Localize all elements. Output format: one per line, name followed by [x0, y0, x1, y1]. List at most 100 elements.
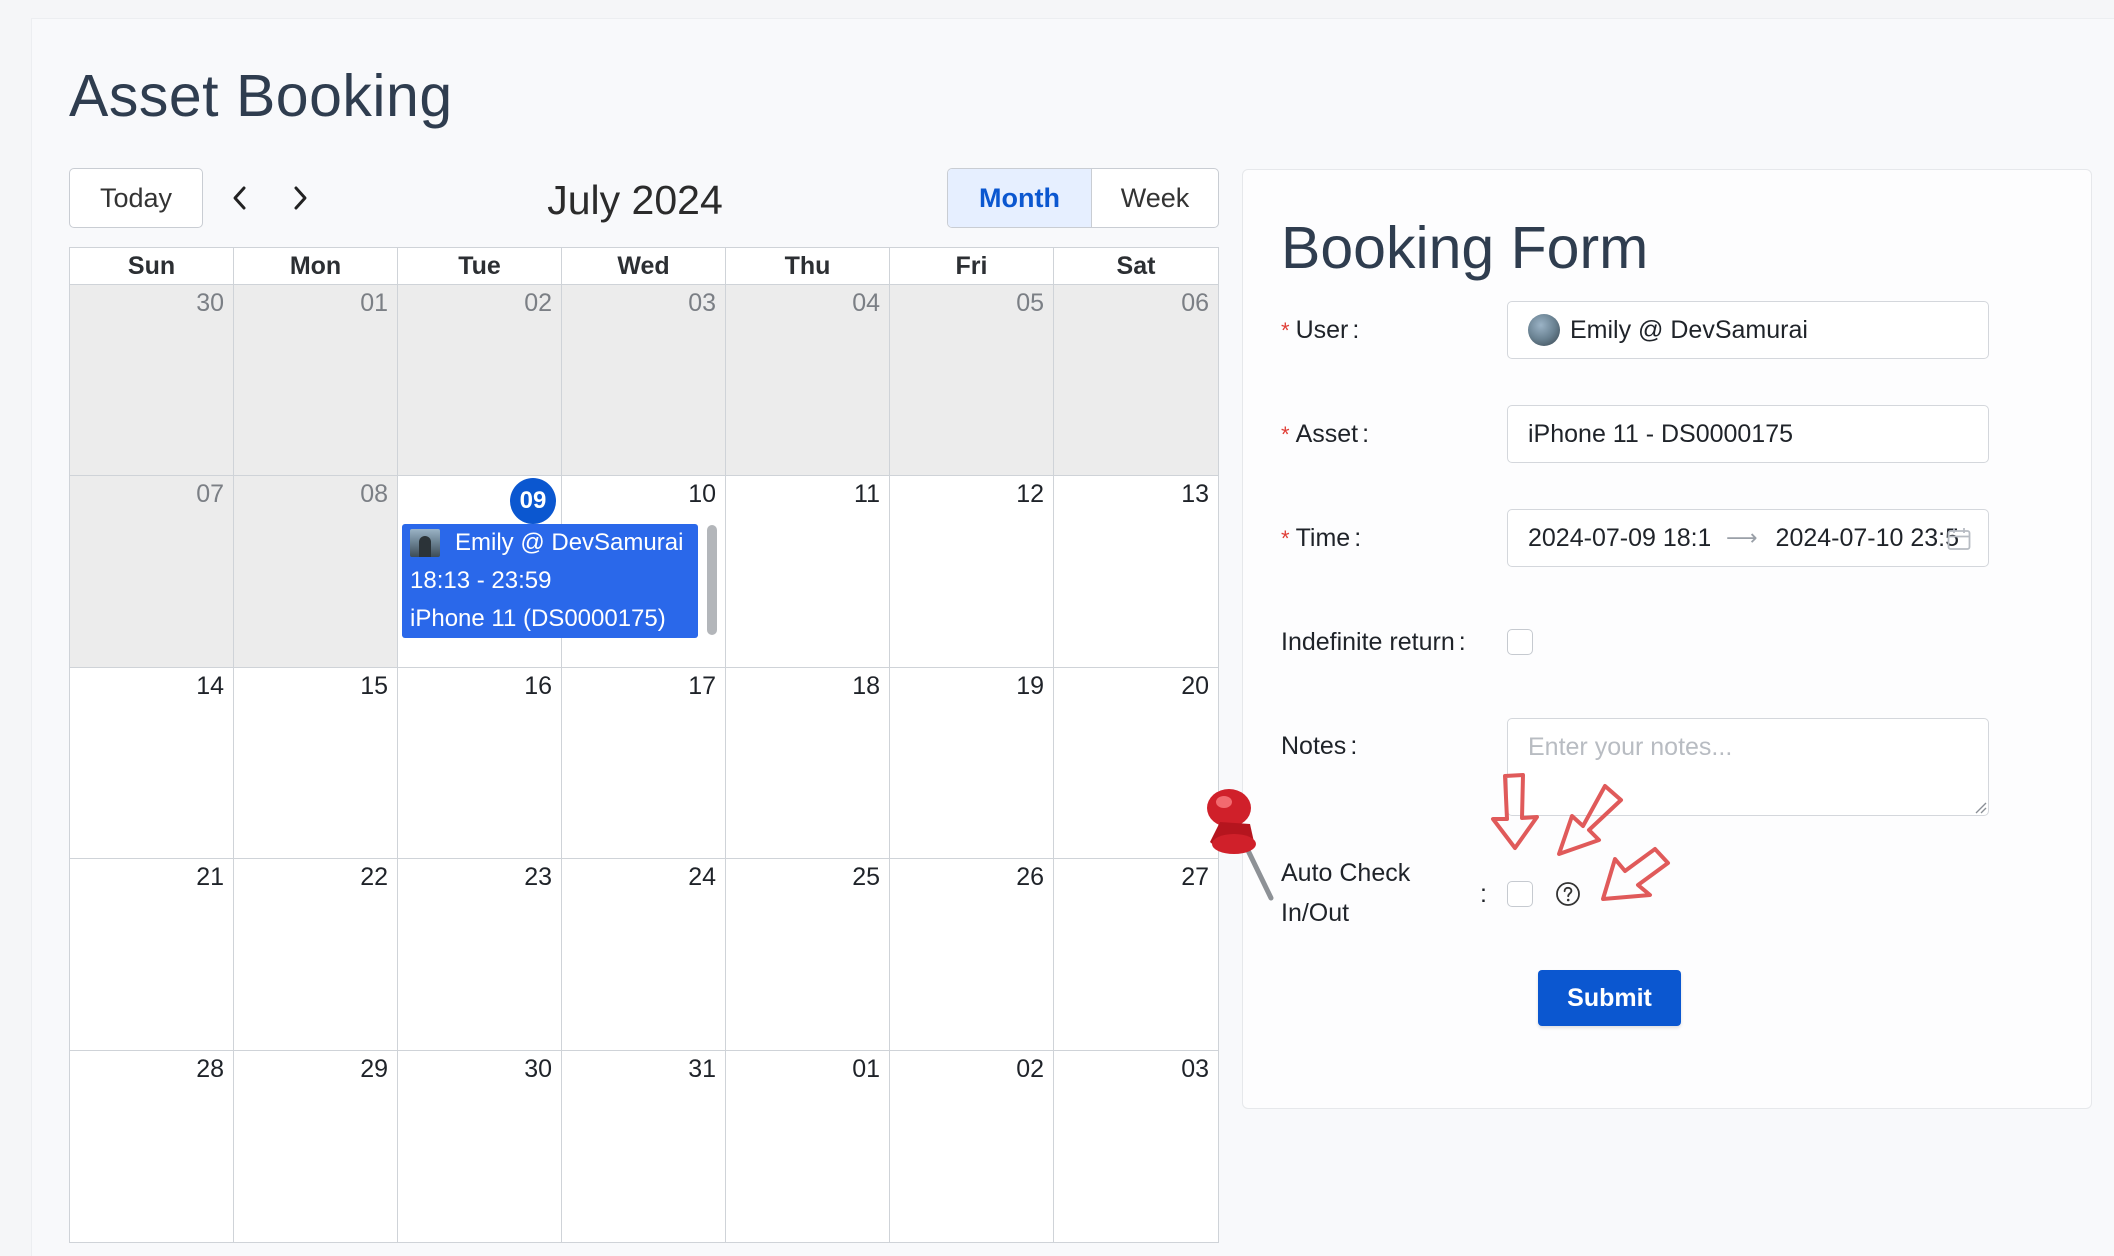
calendar-day-cell[interactable]: 16 [398, 667, 562, 860]
time-end-input[interactable]: 2024-07-10 23:59 [1776, 524, 1958, 553]
calendar-day-cell[interactable]: 30 [70, 285, 234, 477]
calendar-day-cell[interactable]: 11 [726, 476, 890, 668]
asset-label: * Asset: [1281, 419, 1369, 450]
calendar-day-cell[interactable]: 03 [1054, 1051, 1218, 1242]
auto-check-label: Auto Check In/Out [1281, 853, 1410, 933]
calendar-day-cell[interactable]: 12 [890, 476, 1054, 668]
today-badge: 09 [510, 478, 556, 525]
view-week-button[interactable]: Week [1092, 169, 1218, 227]
day-number: 25 [852, 863, 880, 892]
calendar-day-cell[interactable]: 19 [890, 667, 1054, 860]
day-number: 18 [852, 671, 880, 700]
page-title: Asset Booking [69, 63, 453, 129]
calendar-day-cell[interactable]: 26 [890, 859, 1054, 1051]
day-number: 14 [196, 671, 224, 700]
month-calendar: Sun Mon Tue Wed Thu Fri Sat 30 01 02 03 … [69, 247, 1219, 1243]
view-month-button[interactable]: Month [948, 169, 1092, 227]
weekday-label: Sun [70, 248, 234, 284]
calendar-day-cell[interactable]: 01 [726, 1050, 890, 1242]
asset-label-text: Asset [1295, 420, 1359, 448]
day-number: 24 [688, 863, 716, 892]
asset-value: iPhone 11 - DS0000175 [1528, 419, 1794, 448]
calendar-day-cell[interactable]: 30 [398, 1050, 562, 1242]
calendar-day-cell[interactable]: 02 [398, 285, 562, 477]
calendar-day-cell[interactable]: 02 [890, 1050, 1054, 1242]
indefinite-return-checkbox[interactable] [1507, 629, 1533, 655]
calendar-grid: 30 01 02 03 04 05 06 07 08 09 Emily @ De… [70, 285, 1218, 1242]
day-number: 03 [688, 289, 716, 317]
day-number: 19 [1016, 671, 1044, 700]
calendar-day-cell[interactable]: 06 [1054, 285, 1218, 477]
arrow-right-icon: ⟶ [1726, 525, 1758, 550]
calendar-day-cell[interactable]: 01 [234, 285, 398, 477]
calendar-day-cell[interactable]: 21 [70, 859, 234, 1051]
calendar-day-cell[interactable]: 25 [726, 859, 890, 1051]
calendar-day-cell[interactable]: 29 [234, 1050, 398, 1242]
label-colon: : [1354, 524, 1362, 552]
chevron-left-icon [233, 186, 246, 210]
calendar-day-cell[interactable]: 03 [562, 285, 726, 477]
calendar-day-cell[interactable]: 23 [398, 859, 562, 1051]
day-number: 02 [524, 289, 552, 317]
event-user-line: Emily @ DevSamurai [410, 524, 688, 562]
submit-button[interactable]: Submit [1538, 970, 1681, 1026]
calendar-day-cell[interactable]: 27 [1054, 859, 1218, 1051]
time-start-input[interactable]: 2024-07-09 18:13 [1528, 524, 1710, 553]
prev-month-button[interactable] [220, 174, 260, 222]
calendar-icon [1947, 528, 1971, 550]
indefinite-return-label: Indefinite return: [1281, 627, 1466, 657]
day-number: 28 [196, 1054, 224, 1083]
required-marker: * [1281, 526, 1290, 551]
day-number: 06 [1181, 289, 1209, 317]
calendar-day-cell-today[interactable]: 09 Emily @ DevSamurai 18:13 - 23:59 iPho… [398, 476, 698, 668]
calendar-day-cell[interactable]: 20 [1054, 668, 1218, 860]
weekday-label: Sat [1116, 251, 1156, 280]
calendar-day-cell[interactable]: 08 [234, 476, 398, 668]
calendar-day-cell[interactable]: 04 [726, 285, 890, 477]
weekday-label: Thu [726, 248, 890, 284]
day-number: 10 [688, 480, 716, 509]
time-range-picker[interactable]: 2024-07-09 18:13 ⟶ 2024-07-10 23:59 [1507, 509, 1989, 567]
weekday-label: Fri [890, 248, 1054, 284]
day-number: 01 [852, 1054, 880, 1083]
booking-event[interactable]: Emily @ DevSamurai 18:13 - 23:59 iPhone … [402, 524, 698, 639]
day-number: 26 [1016, 863, 1044, 892]
calendar-day-cell[interactable]: 13 [1054, 476, 1218, 668]
today-button[interactable]: Today [69, 168, 203, 228]
required-marker: * [1281, 318, 1290, 343]
user-value: Emily @ DevSamurai [1570, 315, 1808, 344]
event-scrollbar[interactable] [707, 525, 717, 635]
label-colon: : [1350, 732, 1358, 760]
notes-label-text: Notes [1281, 732, 1347, 760]
calendar-day-cell[interactable]: 31 [562, 1050, 726, 1242]
day-number: 12 [1016, 480, 1044, 509]
auto-check-checkbox[interactable] [1507, 881, 1533, 907]
day-number: 03 [1181, 1054, 1209, 1083]
user-avatar-icon [1528, 314, 1560, 346]
event-asset: iPhone 11 (DS0000175) [410, 605, 666, 633]
calendar-day-cell[interactable]: 05 [890, 285, 1054, 477]
auto-check-colon: : [1480, 880, 1487, 908]
day-number: 05 [1016, 289, 1044, 317]
required-marker: * [1281, 422, 1290, 447]
day-number: 29 [360, 1054, 388, 1083]
calendar-day-cell[interactable]: 18 [726, 667, 890, 860]
asset-select[interactable]: iPhone 11 - DS0000175 [1507, 405, 1989, 463]
calendar-day-cell[interactable]: 07 [70, 476, 234, 668]
view-toggle: Month Week [947, 168, 1219, 228]
weekday-label: Tue [398, 248, 562, 284]
event-user: Emily @ DevSamurai [455, 529, 684, 557]
event-time: 18:13 - 23:59 [410, 567, 552, 595]
calendar-day-cell[interactable]: 14 [70, 667, 234, 860]
resize-grip-icon[interactable] [1973, 800, 1987, 814]
weekday-header: Sun Mon Tue Wed Thu Fri Sat [70, 248, 1218, 285]
calendar-day-cell[interactable]: 15 [234, 667, 398, 860]
calendar-day-cell[interactable]: 28 [70, 1050, 234, 1242]
calendar-day-cell[interactable]: 17 [562, 667, 726, 860]
auto-check-label-line2: In/Out [1281, 899, 1350, 927]
question-circle-icon[interactable] [1555, 881, 1581, 907]
next-month-button[interactable] [280, 174, 320, 222]
calendar-day-cell[interactable]: 22 [234, 859, 398, 1051]
calendar-day-cell[interactable]: 24 [562, 859, 726, 1051]
user-select[interactable]: Emily @ DevSamurai [1507, 301, 1989, 359]
